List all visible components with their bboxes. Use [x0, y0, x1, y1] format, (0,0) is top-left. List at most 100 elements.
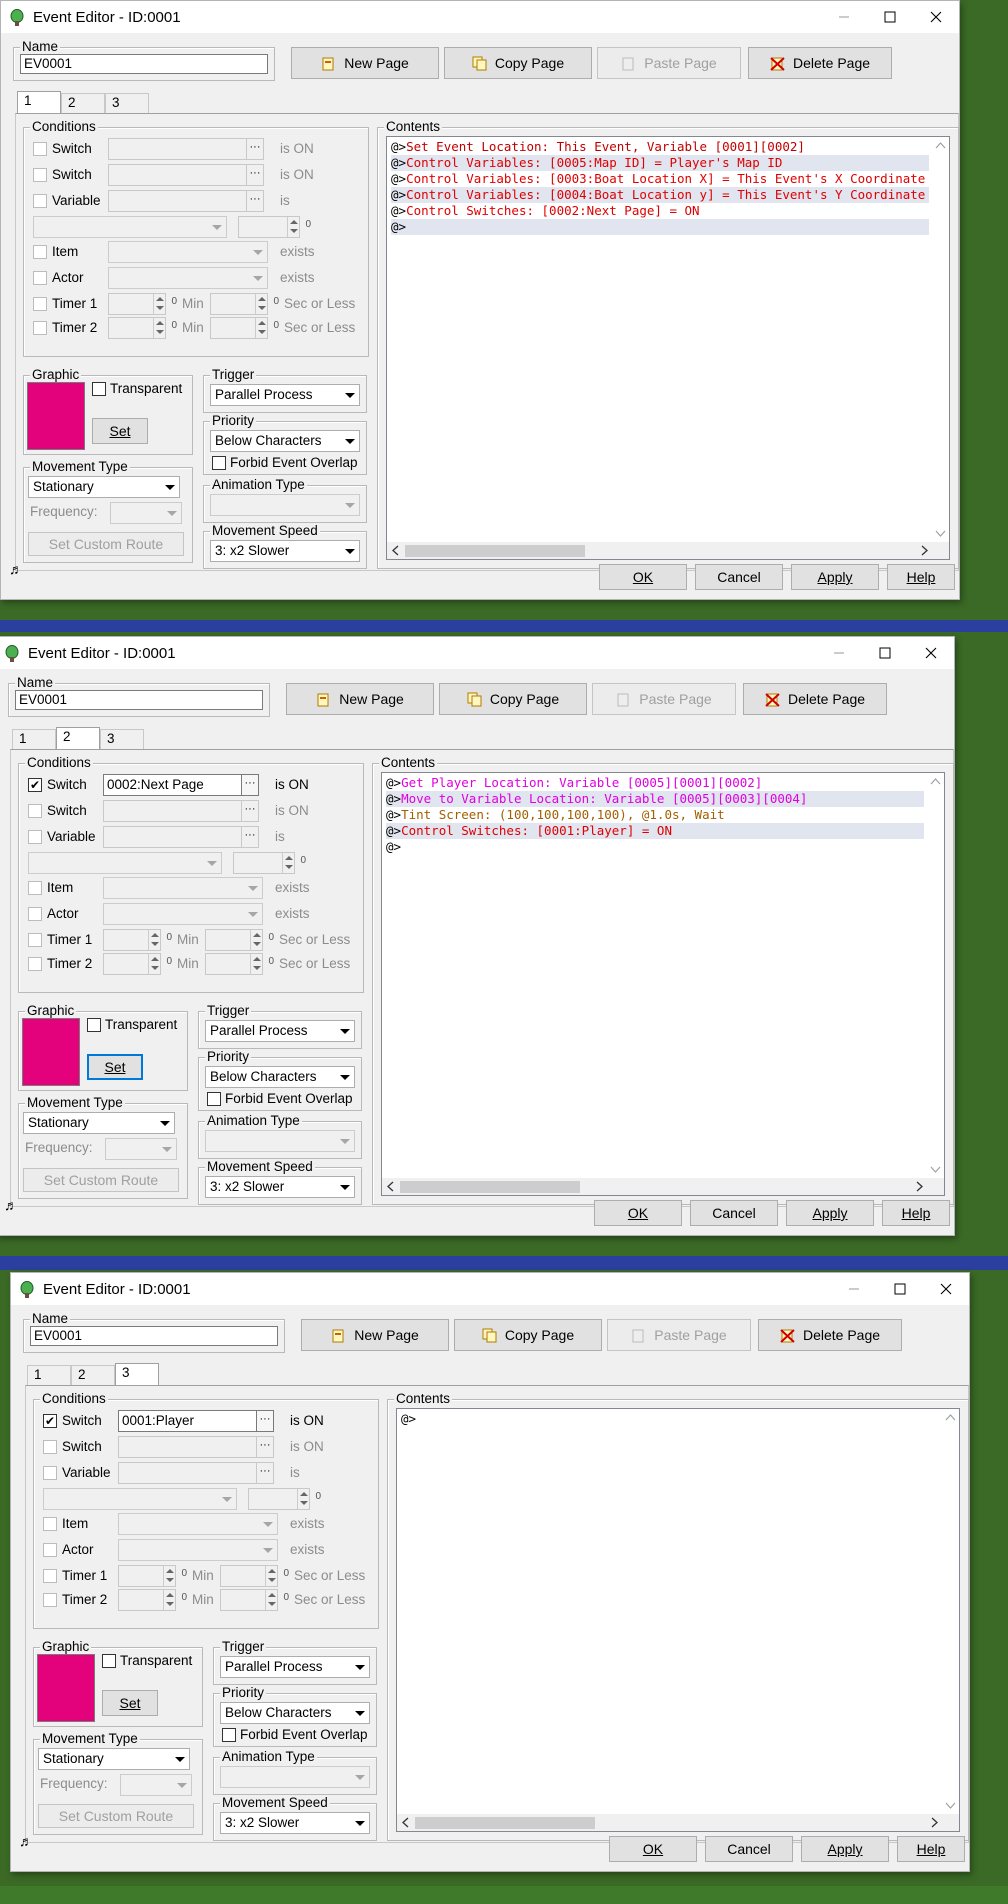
switch2-field[interactable]	[103, 800, 243, 822]
music-note-icon[interactable]: ♬	[19, 1833, 33, 1849]
page-tab-3[interactable]: 3	[115, 1363, 159, 1385]
help-button[interactable]: Help	[897, 1836, 965, 1862]
movement-type-dropdown[interactable]: Stationary	[23, 1112, 175, 1134]
minimize-button[interactable]	[816, 637, 862, 669]
frequency-dropdown[interactable]	[110, 502, 182, 524]
event-name-input[interactable]: EV0001	[30, 1326, 278, 1346]
priority-dropdown[interactable]: Below Characters	[220, 1702, 370, 1724]
animation-type-dropdown[interactable]	[220, 1766, 370, 1788]
switch1-checkbox[interactable]: ✔	[43, 1414, 57, 1428]
actor-checkbox[interactable]	[28, 907, 42, 921]
event-command-list[interactable]: @>Set Event Location: This Event, Variab…	[386, 136, 950, 560]
timer1-min-spinner[interactable]: 0	[118, 1565, 187, 1587]
switch1-checkbox[interactable]	[33, 142, 47, 156]
paste-page-button[interactable]: Paste Page	[607, 1319, 751, 1351]
page-tab-1[interactable]: 1	[12, 729, 56, 749]
set-custom-route-button[interactable]: Set Custom Route	[23, 1168, 179, 1192]
help-button[interactable]: Help	[882, 1200, 950, 1226]
forbid-event-overlap-checkbox[interactable]	[207, 1092, 221, 1106]
variable-field[interactable]	[108, 190, 248, 212]
delete-page-button[interactable]: Delete Page	[748, 47, 892, 79]
command-line[interactable]: @>Tint Screen: (100,100,100,100), @1.0s,…	[386, 807, 924, 823]
timer2-min-spinner[interactable]: 0	[108, 317, 177, 339]
close-button[interactable]	[908, 637, 954, 669]
delete-page-button[interactable]: Delete Page	[743, 683, 887, 715]
event-command-list[interactable]: @>Get Player Location: Variable [0005][0…	[381, 772, 945, 1196]
page-tab-3[interactable]: 3	[105, 93, 149, 113]
transparent-checkbox[interactable]	[92, 382, 106, 396]
command-line[interactable]: @>Get Player Location: Variable [0005][0…	[386, 775, 924, 791]
event-name-input[interactable]: EV0001	[20, 54, 268, 74]
set-graphic-button[interactable]: Set	[87, 1054, 143, 1080]
minimize-button[interactable]	[821, 1, 867, 33]
timer2-checkbox[interactable]	[33, 321, 47, 335]
priority-dropdown[interactable]: Below Characters	[205, 1066, 355, 1088]
forbid-event-overlap-checkbox[interactable]	[212, 456, 226, 470]
animation-type-dropdown[interactable]	[210, 494, 360, 516]
vertical-scrollbar[interactable]	[932, 137, 949, 542]
switch1-browse-button[interactable]: ···	[241, 774, 259, 796]
command-line[interactable]: @>Control Variables: [0004:Boat Location…	[391, 187, 929, 203]
frequency-dropdown[interactable]	[105, 1138, 177, 1160]
timer2-sec-spinner[interactable]: 0	[210, 317, 279, 339]
actor-dropdown[interactable]	[118, 1539, 278, 1561]
timer1-checkbox[interactable]	[43, 1569, 57, 1583]
apply-button[interactable]: Apply	[801, 1836, 889, 1862]
timer1-min-spinner[interactable]: 0	[103, 929, 172, 951]
copy-page-button[interactable]: Copy Page	[444, 47, 592, 79]
command-line[interactable]: @>Control Variables: [0003:Boat Location…	[391, 171, 929, 187]
variable-comparison-dropdown[interactable]	[28, 852, 222, 874]
scroll-thumb[interactable]	[415, 1817, 595, 1829]
page-tab-3[interactable]: 3	[100, 729, 144, 749]
ok-button[interactable]: OK	[594, 1200, 682, 1226]
delete-page-button[interactable]: Delete Page	[758, 1319, 902, 1351]
page-tab-1[interactable]: 1	[27, 1365, 71, 1385]
apply-button[interactable]: Apply	[791, 564, 879, 590]
command-line[interactable]: @>Control Variables: [0005:Map ID] = Pla…	[391, 155, 929, 171]
copy-page-button[interactable]: Copy Page	[454, 1319, 602, 1351]
new-page-button[interactable]: New Page	[286, 683, 434, 715]
variable-checkbox[interactable]	[33, 194, 47, 208]
switch1-browse-button[interactable]: ···	[246, 138, 264, 160]
command-line[interactable]: @>Control Switches: [0001:Player] = ON	[386, 823, 924, 839]
ok-button[interactable]: OK	[609, 1836, 697, 1862]
set-graphic-button[interactable]: Set	[92, 418, 148, 444]
timer1-sec-spinner[interactable]: 0	[220, 1565, 289, 1587]
movement-type-dropdown[interactable]: Stationary	[28, 476, 180, 498]
priority-dropdown[interactable]: Below Characters	[210, 430, 360, 452]
scroll-thumb[interactable]	[405, 545, 585, 557]
transparent-checkbox[interactable]	[87, 1018, 101, 1032]
switch2-browse-button[interactable]: ···	[256, 1436, 274, 1458]
item-checkbox[interactable]	[28, 881, 42, 895]
item-checkbox[interactable]	[43, 1517, 57, 1531]
timer1-sec-spinner[interactable]: 0	[205, 929, 274, 951]
command-line[interactable]: @>Move to Variable Location: Variable [0…	[386, 791, 924, 807]
command-line[interactable]: @>	[391, 219, 929, 235]
variable-field[interactable]	[118, 1462, 258, 1484]
new-page-button[interactable]: New Page	[291, 47, 439, 79]
command-line[interactable]: @>	[386, 839, 924, 855]
switch2-checkbox[interactable]	[43, 1440, 57, 1454]
event-command-list[interactable]: @>	[396, 1408, 960, 1832]
trigger-dropdown[interactable]: Parallel Process	[205, 1020, 355, 1042]
switch2-checkbox[interactable]	[33, 168, 47, 182]
switch2-field[interactable]	[118, 1436, 258, 1458]
variable-checkbox[interactable]	[28, 830, 42, 844]
actor-checkbox[interactable]	[43, 1543, 57, 1557]
set-custom-route-button[interactable]: Set Custom Route	[28, 532, 184, 556]
actor-checkbox[interactable]	[33, 271, 47, 285]
page-tab-2[interactable]: 2	[71, 1365, 115, 1385]
copy-page-button[interactable]: Copy Page	[439, 683, 587, 715]
timer1-checkbox[interactable]	[33, 297, 47, 311]
variable-comparison-dropdown[interactable]	[43, 1488, 237, 1510]
switch2-browse-button[interactable]: ···	[241, 800, 259, 822]
vertical-scrollbar[interactable]	[942, 1409, 959, 1814]
music-note-icon[interactable]: ♬	[4, 1197, 18, 1213]
switch2-checkbox[interactable]	[28, 804, 42, 818]
cancel-button[interactable]: Cancel	[690, 1200, 778, 1226]
apply-button[interactable]: Apply	[786, 1200, 874, 1226]
scroll-thumb[interactable]	[400, 1181, 580, 1193]
variable-value-spinner[interactable]: 0	[248, 1488, 321, 1510]
switch1-field[interactable]: 0002:Next Page	[103, 774, 243, 796]
event-graphic-preview[interactable]	[27, 382, 85, 450]
